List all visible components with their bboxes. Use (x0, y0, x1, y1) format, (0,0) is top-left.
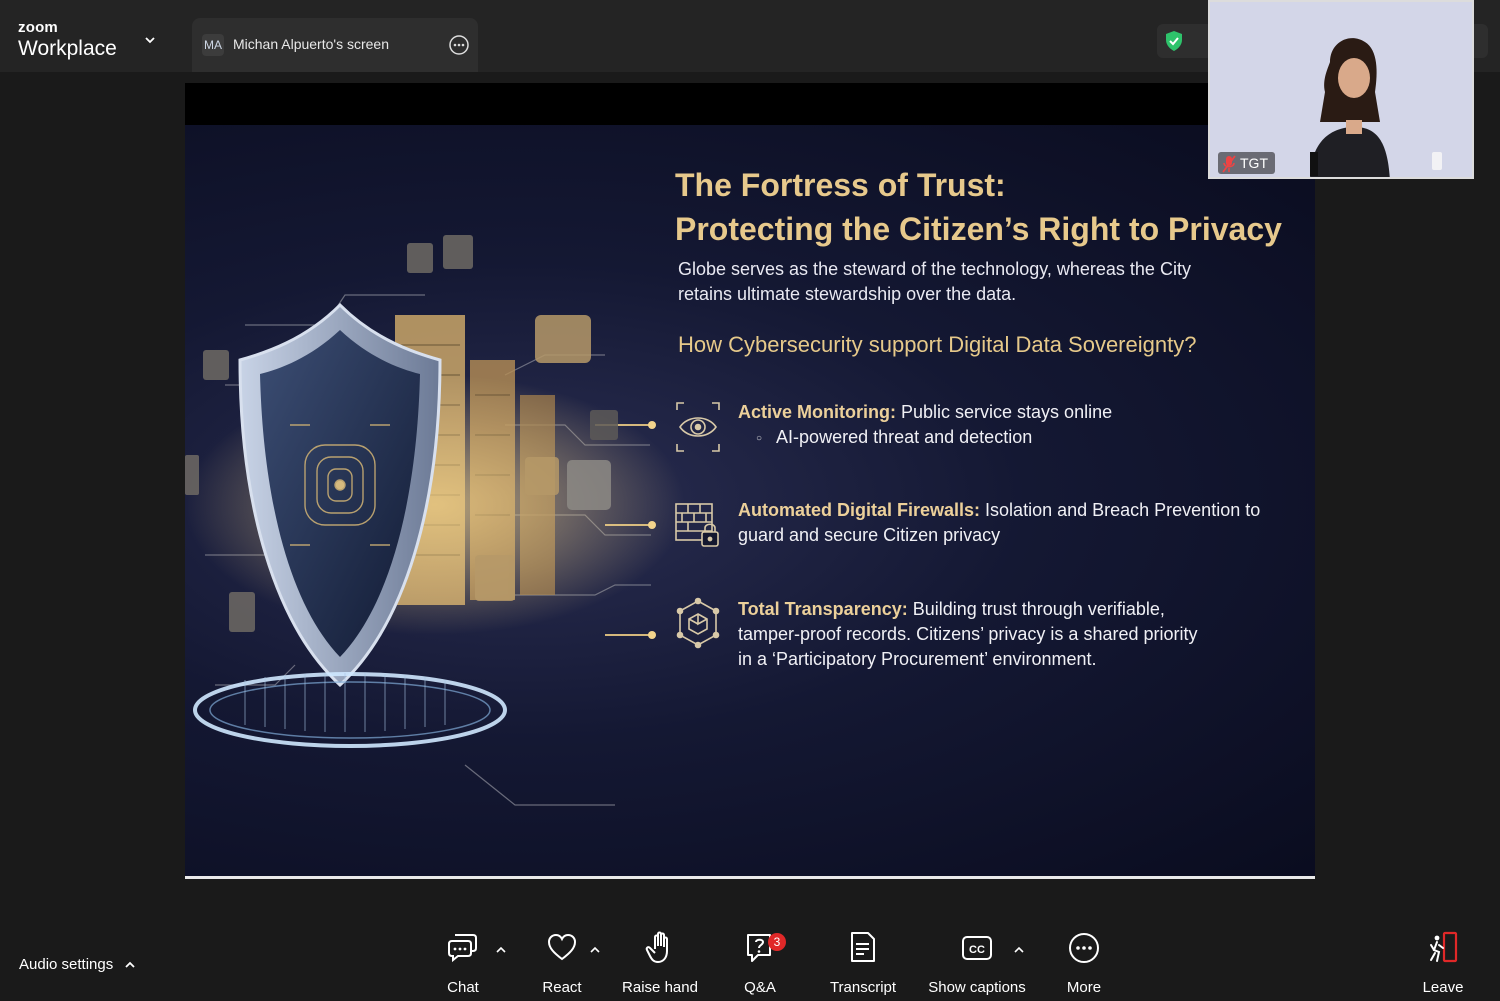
chevron-up-icon[interactable] (496, 945, 506, 955)
chevron-up-icon[interactable] (590, 945, 600, 955)
slide-title: The Fortress of Trust: Protecting the Ci… (675, 163, 1282, 251)
leave-door-icon (1430, 931, 1458, 963)
shield-check-icon (1166, 31, 1182, 51)
chevron-down-icon[interactable] (143, 33, 157, 47)
transcript-icon (851, 932, 875, 962)
bullet-3-heading: Total Transparency: (738, 599, 908, 619)
chat-icon (448, 934, 477, 963)
bullet-2-heading: Automated Digital Firewalls: (738, 500, 981, 520)
slide-bottom-rule (185, 876, 1315, 879)
leave-label: Leave (1422, 979, 1464, 996)
slide-question: How Cybersecurity support Digital Data S… (678, 332, 1197, 357)
more-icon (1069, 933, 1099, 963)
raise-hand-icon (645, 931, 668, 963)
screen-share-tab[interactable]: MA Michan Alpuerto's screen (192, 18, 478, 72)
mic-muted-icon (1222, 155, 1236, 173)
slide-subtitle: Globe serves as the steward of the techn… (678, 259, 1191, 304)
participant-name-label: TGT (1218, 152, 1275, 174)
presenter-avatar: MA (202, 34, 224, 56)
participant-name: TGT (1240, 155, 1268, 171)
chat-button[interactable]: Chat (441, 931, 485, 999)
blockchain-cube-icon (676, 597, 720, 649)
meeting-toolbar: Audio settings Chat React Raise hand Q&A… (0, 919, 1500, 1001)
brand-workplace-text: Workplace (18, 37, 117, 60)
chevron-up-icon[interactable] (1014, 945, 1024, 955)
heart-icon (547, 933, 577, 961)
chat-label: Chat (447, 979, 479, 996)
slide-title-line-1: The Fortress of Trust: (675, 167, 1006, 203)
transcript-label: Transcript (829, 979, 897, 996)
transcript-button[interactable]: Transcript (826, 931, 900, 999)
more-button[interactable]: More (1062, 931, 1106, 999)
qa-unread-badge: 3 (768, 933, 786, 951)
audio-settings-button[interactable]: Audio settings (19, 956, 113, 973)
closed-captions-icon: CC (962, 936, 992, 960)
presentation-slide: The Fortress of Trust: Protecting the Ci… (185, 125, 1315, 877)
more-options-icon[interactable] (448, 34, 470, 56)
raise-hand-label: Raise hand (622, 979, 698, 996)
bullet-1-heading: Active Monitoring: (738, 402, 896, 422)
screen-share-title: Michan Alpuerto's screen (233, 36, 389, 52)
svg-text:CC: CC (969, 944, 985, 956)
chevron-up-icon[interactable] (124, 959, 136, 971)
eye-icon (676, 402, 720, 452)
firewall-lock-icon (675, 503, 719, 547)
show-captions-button[interactable]: CC Show captions (928, 931, 1026, 999)
slide-title-line-2: Protecting the Citizen’s Right to Privac… (675, 211, 1282, 247)
more-label: More (1066, 979, 1102, 996)
security-badge[interactable] (1157, 24, 1213, 58)
react-label: React (542, 979, 582, 996)
show-captions-label: Show captions (928, 979, 1026, 996)
bullet-1-text: Public service stays online (896, 402, 1113, 422)
brand-zoom-text: zoom (18, 19, 58, 36)
participant-video-thumbnail[interactable]: TGT (1208, 0, 1474, 179)
qa-label: Q&A (744, 979, 776, 996)
react-button[interactable]: React (540, 931, 584, 999)
raise-hand-button[interactable]: Raise hand (622, 931, 698, 999)
leave-button[interactable]: Leave (1420, 931, 1466, 999)
zoom-workplace-logo[interactable]: zoom Workplace (18, 20, 117, 59)
bullet-1-subpoint: AI-powered threat and detection (738, 425, 1298, 453)
cyber-shield-illustration (185, 235, 685, 806)
